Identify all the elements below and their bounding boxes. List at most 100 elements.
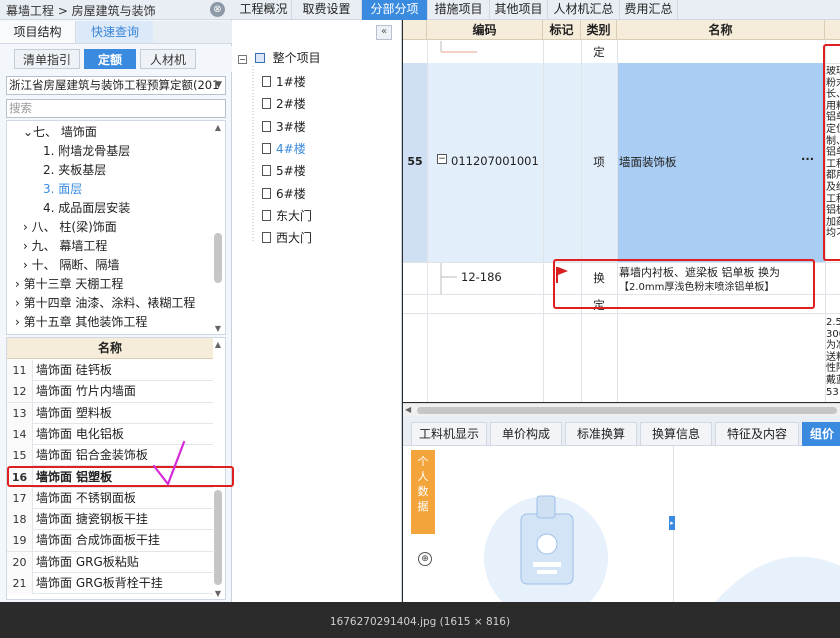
top-tab[interactable]: 工程概况: [236, 0, 292, 20]
tree-guide-lines: [252, 66, 254, 242]
building-item[interactable]: 6#楼: [262, 183, 306, 205]
row-main-num-cell[interactable]: 55: [403, 63, 427, 262]
tree-item[interactable]: 3. 面层: [43, 180, 82, 199]
search-input[interactable]: 搜索: [6, 99, 226, 118]
list-item[interactable]: 13 墙饰面 塑料板: [7, 402, 213, 424]
row-main-name: 墙面装饰板: [619, 155, 677, 169]
panel-tabs: 项目结构 快速查询: [0, 21, 232, 44]
tab-list-guide[interactable]: 清单指引: [14, 49, 80, 69]
tree-item[interactable]: ⌄七、 墙饰面: [23, 123, 97, 142]
top-tab-bar: 工程概况 取费设置 分部分项 措施项目 其他项目 人材机汇总 费用汇总: [232, 0, 840, 20]
document-icon: [262, 98, 271, 110]
library-tabs: 清单指引 定额 人材机: [0, 46, 232, 72]
annotation-box-list-row: [7, 466, 234, 487]
image-caption: 1676270291404.jpg (1615 × 816): [329, 616, 511, 628]
tree-item[interactable]: › 第十五章 其他装饰工程: [15, 313, 147, 332]
tree-item[interactable]: › 九、 幕墙工程: [23, 237, 107, 256]
row-next-description: 2.5 300 为准 送料 性隔 戴蓝 53: [826, 317, 840, 398]
minus-box-icon[interactable]: −: [238, 55, 247, 64]
top-tab[interactable]: 分部分项: [362, 0, 428, 20]
tree-item[interactable]: › 第十四章 油漆、涂料、裱糊工程: [15, 294, 195, 313]
tree-scrollbar[interactable]: ▲ ▼: [213, 123, 223, 333]
list-item-number: 11: [7, 360, 33, 381]
bottom-tab[interactable]: 换算信息: [640, 422, 712, 446]
row-sub-code[interactable]: 12-186: [461, 270, 502, 284]
tab-material[interactable]: 人材机: [140, 49, 196, 69]
bottom-tab[interactable]: 组价: [802, 422, 840, 446]
scroll-left-icon[interactable]: ◀: [405, 405, 411, 414]
tree-item[interactable]: › 第十三章 天棚工程: [15, 275, 123, 294]
building-label: 5#楼: [276, 164, 306, 179]
more-icon[interactable]: ···: [801, 152, 814, 166]
scroll-down-icon[interactable]: ▼: [213, 324, 223, 333]
list-item[interactable]: 21 墙饰面 GRG板背栓干挂: [7, 573, 213, 595]
top-tab[interactable]: 其他项目: [490, 0, 548, 20]
expand-handle-icon[interactable]: ▸: [669, 516, 675, 530]
scroll-up-icon[interactable]: ▲: [213, 123, 223, 132]
list-item-name: 墙饰面 不锈钢面板: [36, 490, 136, 505]
list-item-number: 19: [7, 530, 33, 552]
scrollbar-thumb[interactable]: [214, 490, 222, 585]
bottom-tab[interactable]: 单价构成: [490, 422, 562, 446]
close-icon[interactable]: ⊗: [210, 2, 225, 17]
header-mark: 标记: [543, 20, 581, 40]
building-label: 3#楼: [276, 119, 306, 134]
top-tab[interactable]: 人材机汇总: [548, 0, 620, 20]
building-item[interactable]: 4#楼: [262, 138, 306, 160]
row-top-type[interactable]: 定: [581, 44, 617, 60]
scrollbar-thumb[interactable]: [214, 233, 222, 283]
scroll-up-icon[interactable]: ▲: [213, 340, 223, 349]
building-item[interactable]: 3#楼: [262, 116, 306, 138]
list-item[interactable]: 18 墙饰面 搪瓷钢板干挂: [7, 509, 213, 531]
tab-quota[interactable]: 定额: [84, 49, 136, 69]
list-item[interactable]: 11 墙饰面 硅钙板: [7, 360, 213, 382]
list-item-number: 21: [7, 573, 33, 594]
list-item-name: 墙饰面 GRG板背栓干挂: [36, 576, 163, 590]
quota-library-select[interactable]: 浙江省房屋建筑与装饰工程预算定额(201 ▼: [6, 76, 226, 95]
row-main-code: 011207001001: [451, 154, 539, 168]
document-icon: [262, 120, 271, 132]
row-main-type: 项: [593, 155, 605, 169]
bottom-tab[interactable]: 特征及内容: [715, 422, 799, 446]
list-item-name: 墙饰面 竹片内墙面: [36, 384, 136, 399]
building-item[interactable]: 西大门: [262, 227, 312, 249]
top-tab[interactable]: 费用汇总: [620, 0, 678, 20]
list-item[interactable]: 20 墙饰面 GRG板粘贴: [7, 551, 213, 573]
row-main-num: 55: [407, 155, 423, 168]
collapse-icon[interactable]: −: [437, 154, 447, 164]
item-grid: 编码 标记 类别 名称 定 55 − 011207001001 项 墙面装饰板 …: [403, 20, 840, 402]
building-label: 6#楼: [276, 186, 306, 201]
top-tab[interactable]: 措施项目: [428, 0, 490, 20]
tree-item[interactable]: 2. 夹板基层: [43, 161, 106, 180]
list-item[interactable]: 19 墙饰面 合成饰面板干挂: [7, 530, 213, 552]
personal-data-tab[interactable]: 个人数据: [411, 450, 435, 534]
bottom-tab[interactable]: 工料机显示: [411, 422, 487, 446]
tree-item[interactable]: 4. 成品面层安装: [43, 199, 130, 218]
top-tab[interactable]: 取费设置: [292, 0, 362, 20]
left-panel: 幕墙工程 > 房屋建筑与装饰 ⊗ 项目结构 快速查询 清单指引 定额 人材机 浙…: [0, 0, 232, 602]
list-item-number: 17: [7, 487, 33, 509]
collapse-panel-icon[interactable]: «: [376, 25, 392, 40]
list-item[interactable]: 12 墙饰面 竹片内墙面: [7, 381, 213, 403]
row-top-code[interactable]: [427, 41, 543, 63]
tab-project-structure[interactable]: 项目结构: [0, 21, 76, 43]
building-item[interactable]: 东大门: [262, 205, 312, 227]
tree-item[interactable]: › 十、 隔断、隔墙: [23, 256, 119, 275]
globe-icon[interactable]: ⊕: [418, 552, 432, 566]
list-item[interactable]: 17 墙饰面 不锈钢面板: [7, 487, 213, 510]
tree-item[interactable]: 1. 附墙龙骨基层: [43, 142, 130, 161]
building-item[interactable]: 2#楼: [262, 93, 306, 115]
badge-illustration: [484, 495, 608, 602]
building-item[interactable]: 1#楼: [262, 71, 306, 93]
horizontal-scrollbar[interactable]: ◀: [403, 403, 840, 416]
tab-quick-search[interactable]: 快速查询: [77, 21, 153, 43]
tree-item[interactable]: › 八、 柱(梁)饰面: [23, 218, 117, 237]
list-item-name: 墙饰面 合成饰面板干挂: [36, 533, 160, 548]
scrollbar-thumb[interactable]: [417, 407, 837, 414]
quota-tree: ⌄七、 墙饰面 1. 附墙龙骨基层 2. 夹板基层 3. 面层 4. 成品面层安装 › 八…: [6, 120, 226, 335]
chevron-down-icon: ▼: [215, 80, 222, 90]
scroll-down-icon[interactable]: ▼: [213, 589, 223, 598]
building-item[interactable]: 5#楼: [262, 160, 306, 182]
list-item-name: 墙饰面 硅钙板: [36, 363, 112, 377]
bottom-tab[interactable]: 标准换算: [565, 422, 637, 446]
